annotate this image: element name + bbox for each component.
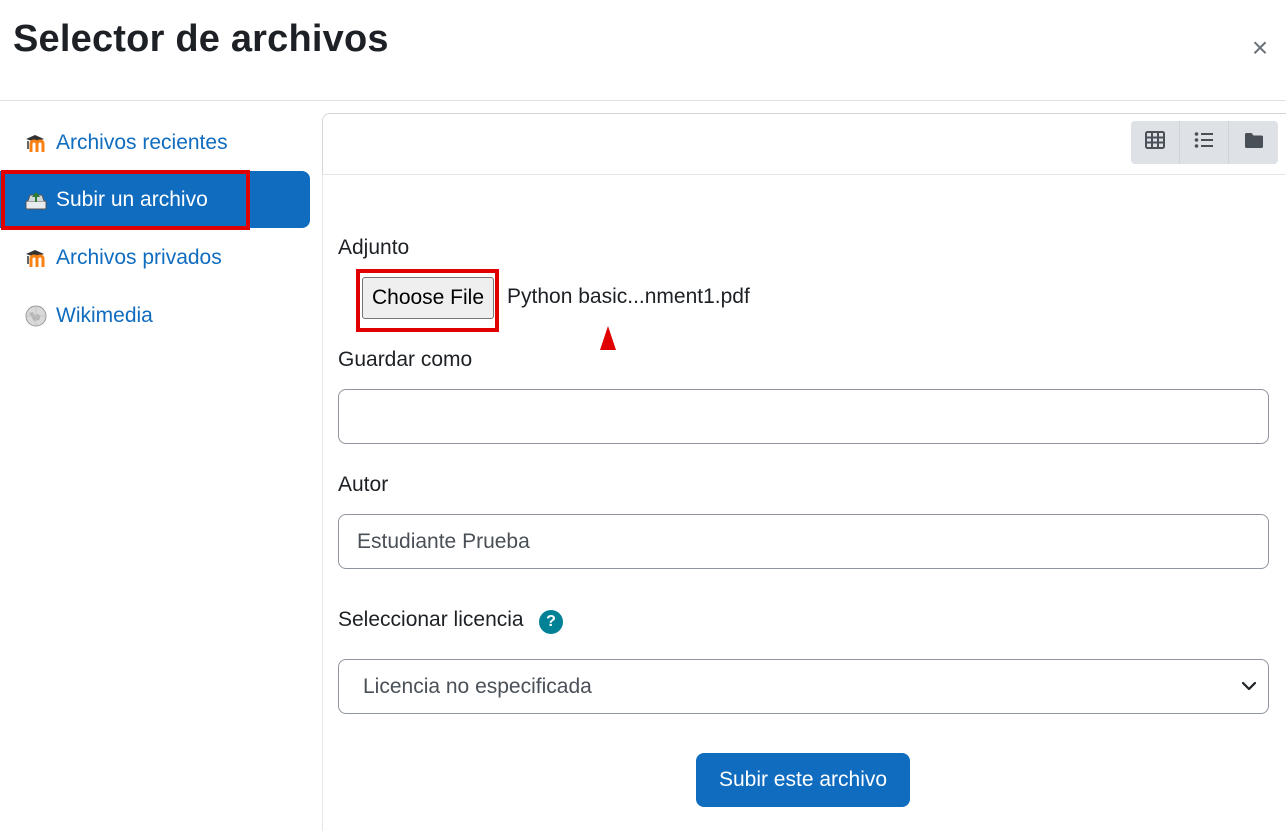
license-select[interactable]: Licencia no especificada [338, 659, 1269, 714]
upload-form-panel [322, 174, 1286, 831]
upload-file-button[interactable]: Subir este archivo [696, 753, 910, 807]
grid-view-button[interactable] [1131, 121, 1180, 164]
attachment-label: Adjunto [338, 236, 410, 259]
sidebar-item-label: Archivos recientes [56, 130, 228, 154]
moodle-icon [24, 131, 48, 155]
license-label: Seleccionar licencia [338, 608, 524, 631]
list-view-button[interactable] [1180, 121, 1229, 164]
author-label: Autor [338, 473, 389, 496]
view-toggle-group [1131, 121, 1278, 164]
sidebar-item-label: Archivos privados [56, 245, 222, 269]
file-picker-content [322, 113, 1286, 831]
red-arrow-marker [600, 326, 616, 350]
modal-header: Selector de archivos × [0, 0, 1286, 101]
wikipedia-icon [24, 304, 48, 328]
sidebar-item-wikimedia[interactable]: Wikimedia [0, 287, 310, 344]
save-as-label: Guardar como [338, 348, 473, 371]
folder-view-icon [1244, 132, 1264, 154]
list-view-icon [1194, 131, 1214, 154]
upload-icon [24, 188, 48, 212]
choose-file-button[interactable]: Choose File [362, 277, 494, 319]
save-as-input[interactable] [338, 389, 1269, 444]
author-input[interactable]: Estudiante Prueba [338, 514, 1269, 569]
grid-view-icon [1145, 131, 1165, 154]
sidebar-item-label: Subir un archivo [56, 187, 208, 211]
close-button[interactable]: × [1248, 34, 1272, 62]
moodle-icon [24, 246, 48, 270]
license-selected-value: Licencia no especificada [363, 674, 592, 698]
sidebar-item-upload-file[interactable]: Subir un archivo [0, 171, 310, 228]
chevron-down-icon [1240, 677, 1258, 695]
sidebar-item-recent-files[interactable]: Archivos recientes [0, 114, 310, 171]
folder-view-button[interactable] [1229, 121, 1278, 164]
repository-sidebar: Archivos recientes Subir un archivo Arch… [0, 101, 322, 831]
sidebar-item-label: Wikimedia [56, 303, 153, 327]
sidebar-item-private-files[interactable]: Archivos privados [0, 229, 310, 286]
modal-title: Selector de archivos [13, 18, 389, 60]
help-icon[interactable]: ? [539, 610, 563, 634]
selected-file-name: Python basic...nment1.pdf [507, 285, 750, 308]
